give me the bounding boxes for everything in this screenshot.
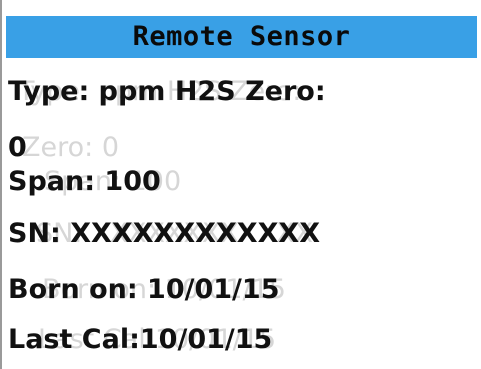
screen-title: Remote Sensor — [6, 16, 477, 58]
remote-sensor-screen: Remote Sensor Type: ppm H2S Zero: Type: … — [0, 0, 481, 369]
type-line: Type: ppm H2S Zero: Type: ppm H2S Zero: — [8, 70, 478, 114]
type-value: Type: ppm H2S Zero: — [8, 76, 326, 107]
born-on-line: Born on: 10/01/15 Born on: 10/01/15 — [8, 268, 478, 312]
sn-value: SN: XXXXXXXXXXXX — [8, 218, 321, 249]
span-line: Span: 100 Span: 100 — [8, 160, 478, 204]
born-on-value: Born on: 10/01/15 — [8, 274, 280, 305]
last-cal-value: Last Cal:10/01/15 — [8, 324, 273, 355]
span-value: Span: 100 — [8, 166, 161, 197]
last-cal-line: Last Cal:10/01/15 Last Cal:10/01/15 — [8, 318, 478, 362]
sn-line: SN: XXXXXXXXXXXX SN: XXXXXXXXXXXX — [8, 212, 478, 256]
